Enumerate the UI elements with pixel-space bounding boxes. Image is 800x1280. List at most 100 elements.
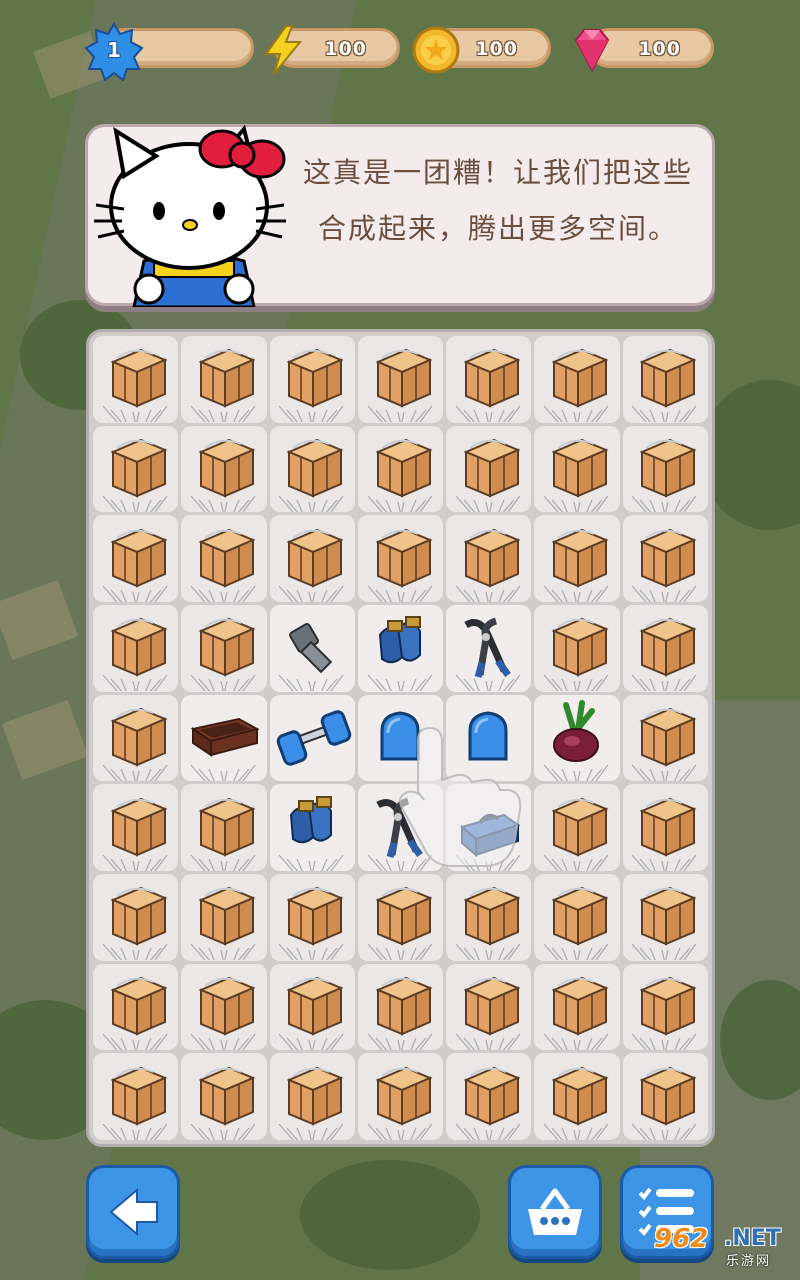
crate-item-icon[interactable] [358, 1054, 443, 1140]
board-cell[interactable] [357, 873, 444, 961]
board-cell[interactable] [534, 873, 620, 961]
crate-item-icon[interactable] [270, 426, 355, 512]
crate-item-icon[interactable] [534, 964, 619, 1050]
board-cell[interactable] [93, 784, 179, 871]
crate-item-icon[interactable] [181, 605, 266, 692]
crate-item-icon[interactable] [446, 964, 531, 1050]
crate-item-icon[interactable] [534, 605, 619, 692]
board-cell[interactable] [93, 515, 179, 602]
board-cell[interactable] [534, 336, 620, 423]
crate-item-icon[interactable] [181, 964, 266, 1050]
board-cell[interactable] [181, 515, 267, 602]
crate-item-icon[interactable] [358, 336, 443, 423]
board-cell[interactable] [446, 515, 532, 602]
board-cell[interactable] [622, 1053, 708, 1140]
board-cell[interactable] [93, 604, 179, 692]
crate-item-icon[interactable] [181, 426, 266, 512]
crate-item-icon[interactable] [623, 426, 708, 512]
crate-item-icon[interactable] [93, 695, 178, 781]
board-cell[interactable] [622, 873, 708, 961]
crate-item-icon[interactable] [270, 336, 355, 423]
crate-item-icon[interactable] [93, 605, 178, 692]
board-cell[interactable] [357, 1053, 444, 1140]
board-cell[interactable] [534, 425, 620, 513]
crate-item-icon[interactable] [446, 1054, 531, 1140]
crate-item-icon[interactable] [181, 516, 266, 602]
board-cell[interactable] [269, 1053, 355, 1140]
onion-item-icon[interactable] [534, 695, 619, 781]
crate-item-icon[interactable] [181, 874, 266, 961]
crate-item-icon[interactable] [358, 964, 443, 1050]
board-cell[interactable] [446, 336, 532, 423]
board-cell[interactable] [269, 694, 355, 782]
crate-item-icon[interactable] [623, 516, 708, 602]
board-cell[interactable] [622, 425, 708, 513]
board-cell[interactable] [534, 694, 620, 782]
crate-item-icon[interactable] [93, 336, 178, 423]
crate-item-icon[interactable] [623, 1054, 708, 1140]
blue-block-item-icon[interactable] [358, 695, 443, 781]
board-cell[interactable] [93, 873, 179, 961]
board-cell[interactable] [357, 604, 444, 692]
crate-item-icon[interactable] [623, 964, 708, 1050]
board-cell[interactable] [93, 963, 179, 1051]
crate-item-icon[interactable] [270, 516, 355, 602]
crate-item-icon[interactable] [93, 426, 178, 512]
crate-item-icon[interactable] [181, 1054, 266, 1140]
board-cell[interactable] [622, 963, 708, 1051]
toolbox-item-icon[interactable] [446, 785, 531, 871]
crate-item-icon[interactable] [534, 785, 619, 871]
crate-item-icon[interactable] [358, 426, 443, 512]
crate-item-icon[interactable] [534, 516, 619, 602]
board-cell[interactable] [622, 604, 708, 692]
crate-item-icon[interactable] [181, 785, 266, 871]
crate-item-icon[interactable] [446, 874, 531, 961]
crate-item-icon[interactable] [358, 516, 443, 602]
crate-item-icon[interactable] [93, 964, 178, 1050]
crate-item-icon[interactable] [93, 874, 178, 961]
dumbbell-item-icon[interactable] [270, 695, 355, 781]
board-cell[interactable] [622, 515, 708, 602]
shop-button[interactable] [508, 1165, 602, 1259]
board-cell[interactable] [534, 604, 620, 692]
pliers-item-icon[interactable] [446, 605, 531, 692]
board-cell[interactable] [181, 784, 267, 871]
crate-item-icon[interactable] [534, 336, 619, 423]
crate-item-icon[interactable] [358, 874, 443, 961]
board-cell[interactable] [93, 694, 179, 782]
board-cell[interactable] [446, 873, 532, 961]
board-cell[interactable] [181, 873, 267, 961]
crate-item-icon[interactable] [623, 695, 708, 781]
board-cell[interactable] [622, 336, 708, 423]
board-cell[interactable] [181, 694, 267, 782]
board-cell[interactable] [446, 425, 532, 513]
crate-item-icon[interactable] [181, 336, 266, 423]
board-cell[interactable] [446, 694, 532, 782]
board-cell[interactable] [269, 604, 355, 692]
board-cell[interactable] [269, 784, 355, 871]
board-cell[interactable] [357, 784, 444, 871]
board-cell[interactable] [93, 336, 179, 423]
gloves-item-icon[interactable] [358, 605, 443, 692]
board-cell[interactable] [269, 963, 355, 1051]
board-cell[interactable] [446, 1053, 532, 1140]
board-cell[interactable] [357, 515, 444, 602]
board-cell[interactable] [181, 963, 267, 1051]
crate-item-icon[interactable] [623, 605, 708, 692]
crate-item-icon[interactable] [623, 874, 708, 961]
crate-item-icon[interactable] [534, 426, 619, 512]
board-cell[interactable] [357, 336, 444, 423]
crate-item-icon[interactable] [623, 785, 708, 871]
crate-item-icon[interactable] [270, 874, 355, 961]
board-cell[interactable] [622, 784, 708, 871]
crate-item-icon[interactable] [446, 336, 531, 423]
board-cell[interactable] [357, 694, 444, 782]
board-cell[interactable] [181, 425, 267, 513]
board-cell[interactable] [269, 425, 355, 513]
crate-item-icon[interactable] [623, 336, 708, 423]
crate-item-icon[interactable] [93, 1054, 178, 1140]
board-cell[interactable] [357, 425, 444, 513]
board-cell[interactable] [93, 425, 179, 513]
crate-item-icon[interactable] [534, 874, 619, 961]
board-cell[interactable] [446, 963, 532, 1051]
